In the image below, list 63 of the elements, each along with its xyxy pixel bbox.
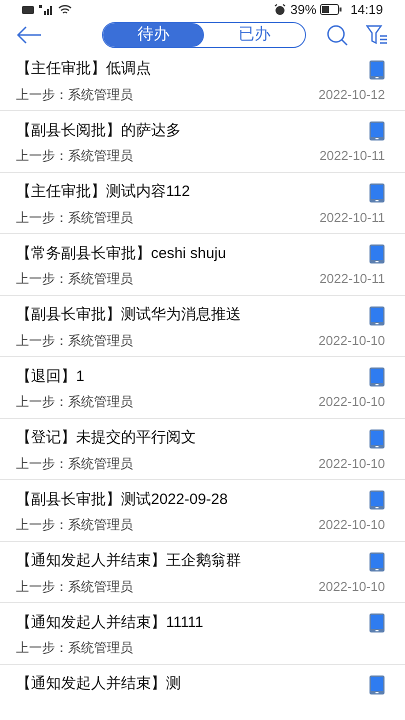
tablet-icon (369, 552, 385, 572)
task-title: 【副县长阅批】的萨达多 (16, 120, 181, 141)
filter-icon (366, 24, 388, 46)
task-title: 【通知发起人并结束】11111 (16, 612, 204, 633)
task-item[interactable]: 【通知发起人并结束】测 (0, 664, 405, 720)
previous-step: 上一步：系统管理员 (16, 576, 133, 596)
task-title: 【常务副县长审批】ceshi shuju (16, 244, 226, 264)
previous-step: 上一步：系统管理员 (16, 84, 133, 104)
task-date: 2022-10-11 (319, 147, 385, 166)
task-item[interactable]: 【常务副县长审批】ceshi shuju 上一步：系统管理员 2022-10-11 (0, 234, 405, 296)
task-date: 2022-10-11 (319, 270, 385, 288)
task-date: 2022-10-10 (318, 578, 385, 596)
tablet-icon (369, 428, 385, 448)
previous-step: 上一步：系统管理员 (16, 515, 133, 535)
tab[interactable]: 已办 (204, 22, 305, 46)
task-title: 【通知发起人并结束】王企鹅翁群 (16, 551, 241, 572)
tablet-icon (369, 182, 385, 202)
tablet-icon (369, 613, 385, 633)
task-date: 2022-10-10 (318, 454, 385, 473)
clock-time: 14:19 (350, 1, 383, 19)
previous-step: 上一步：系统管理员 (16, 208, 133, 228)
previous-step: 上一步：系统管理员 (16, 269, 133, 289)
task-title: 【副县长审批】测试2022-09-28 (16, 490, 228, 510)
tablet-icon (369, 490, 385, 510)
previous-step: 上一步：系统管理员 (16, 392, 133, 412)
tablet-icon (369, 121, 385, 141)
battery-icon (320, 4, 342, 16)
task-item[interactable]: 【副县长审批】测试华为消息推送 上一步：系统管理员 2022-10-10 (0, 296, 405, 357)
signal-icon (38, 4, 54, 15)
task-title: 【主任审批】测试内容112 (16, 182, 190, 202)
previous-step: 上一步：系统管理员 (16, 330, 133, 350)
task-date: 2022-10-10 (318, 516, 385, 534)
task-item[interactable]: 【主任审批】测试内容112 上一步：系统管理员 2022-10-11 (0, 172, 405, 234)
search-icon (326, 24, 348, 46)
previous-step: 上一步：系统管理员 (16, 454, 133, 474)
task-item[interactable]: 【退回】1 上一步：系统管理员 2022-10-10 (0, 357, 405, 418)
task-date: 2022-10-10 (318, 393, 385, 412)
task-date: 2022-10-12 (318, 86, 385, 104)
task-item[interactable]: 【登记】未提交的平行阅文 上一步：系统管理员 2022-10-10 (0, 418, 405, 480)
previous-step: 上一步：系统管理员 (16, 638, 133, 658)
task-item[interactable]: 【副县长审批】测试2022-09-28 上一步：系统管理员 2022-10-10 (0, 480, 405, 542)
tablet-icon (369, 306, 385, 326)
tab[interactable]: 待办 (103, 22, 204, 46)
wifi-icon (58, 4, 72, 16)
task-title: 【主任审批】低调点 (16, 59, 151, 80)
tablet-icon (369, 244, 385, 264)
previous-step: 上一步：系统管理员 (16, 146, 133, 166)
battery-percent: 39% (290, 1, 316, 19)
task-item[interactable]: 【副县长阅批】的萨达多 上一步：系统管理员 2022-10-11 (0, 111, 405, 172)
task-title: 【登记】未提交的平行阅文 (16, 428, 196, 448)
alarm-icon (274, 4, 286, 16)
tablet-icon (369, 60, 385, 80)
task-title: 【通知发起人并结束】测 (16, 674, 181, 694)
task-title: 【副县长审批】测试华为消息推送 (16, 305, 241, 326)
task-date: 2022-10-11 (319, 208, 385, 227)
tablet-icon (369, 674, 385, 694)
back-arrow-icon (16, 26, 42, 44)
tablet-icon (369, 367, 385, 387)
task-item[interactable]: 【主任审批】低调点 上一步：系统管理员 2022-10-12 (0, 50, 405, 111)
task-date: 2022-10-10 (318, 332, 385, 350)
task-item[interactable]: 【通知发起人并结束】王企鹅翁群 上一步：系统管理员 2022-10-10 (0, 542, 405, 603)
task-title: 【退回】1 (16, 366, 84, 387)
task-item[interactable]: 【通知发起人并结束】11111 上一步：系统管理员 (0, 603, 405, 664)
